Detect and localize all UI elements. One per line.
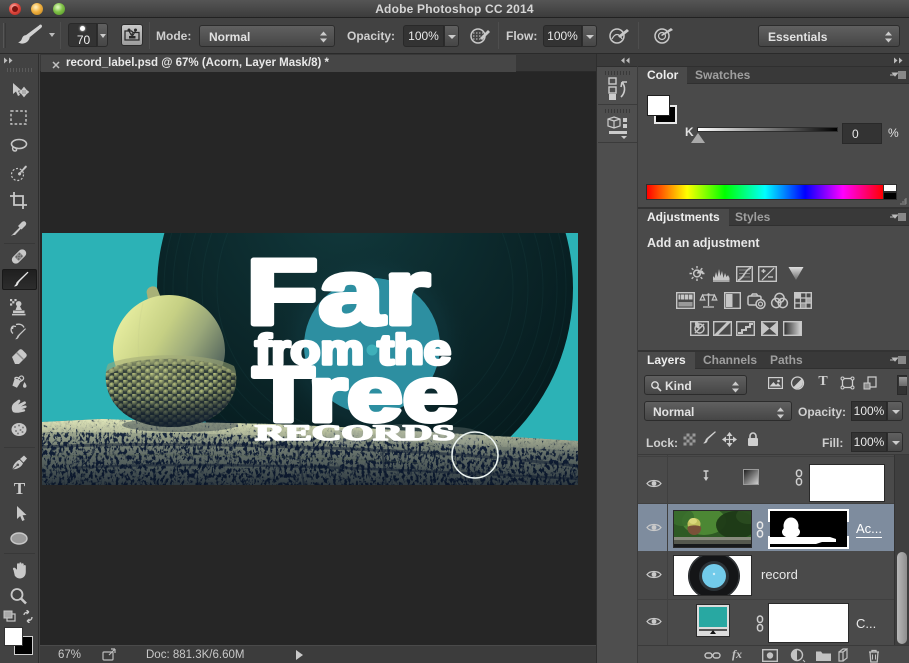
svg-text:RECORDS: RECORDS — [255, 420, 455, 445]
